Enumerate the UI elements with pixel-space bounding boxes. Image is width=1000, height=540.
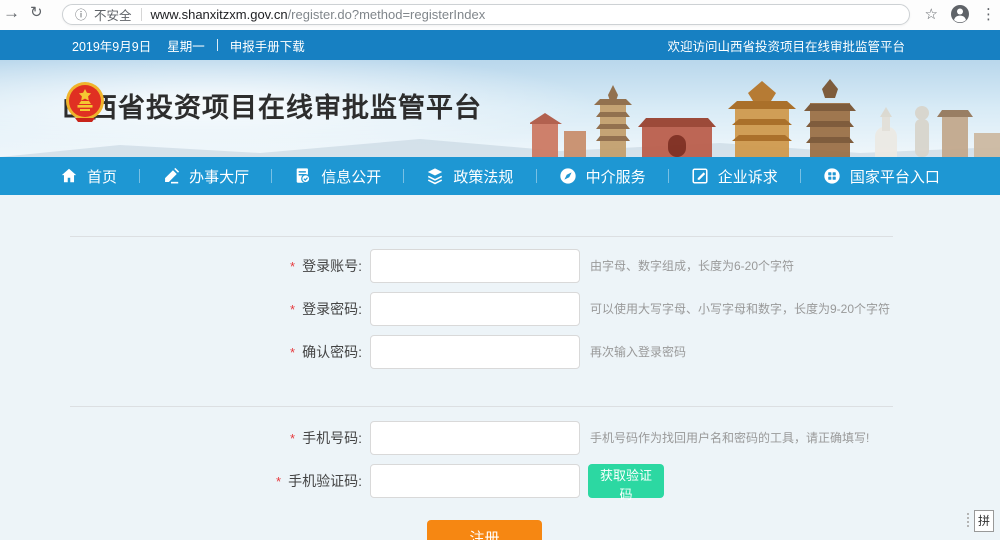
nav-divider bbox=[536, 169, 537, 183]
forward-icon[interactable]: → bbox=[3, 3, 20, 23]
form-row-account: *登录账号: 由字母、数字组成，长度为6-20个字符 bbox=[0, 249, 1000, 283]
password-label: *登录密码: bbox=[0, 292, 362, 327]
sms-code-label: *手机验证码: bbox=[0, 464, 362, 499]
section-divider bbox=[70, 406, 893, 407]
nav-item-policies[interactable]: 政策法规 bbox=[426, 166, 513, 187]
omnibox-divider bbox=[141, 8, 142, 21]
current-weekday: 星期一 bbox=[167, 36, 205, 55]
url-path: /register.do?method=registerIndex bbox=[288, 7, 486, 22]
layers-icon bbox=[426, 167, 444, 185]
url-host: www.shanxitzxm.gov.cn bbox=[151, 7, 288, 22]
topbar-divider bbox=[217, 39, 218, 51]
required-marker: * bbox=[290, 259, 295, 274]
nav-divider bbox=[800, 169, 801, 183]
browser-menu-icon[interactable]: ⋮ bbox=[981, 5, 996, 23]
reload-icon[interactable]: ↻ bbox=[30, 3, 43, 21]
confirm-password-label: *确认密码: bbox=[0, 335, 362, 370]
nav-item-information[interactable]: 信息公开 bbox=[294, 166, 381, 187]
phone-number-input[interactable] bbox=[370, 421, 580, 455]
form-row-phone: *手机号码: 手机号码作为找回用户名和密码的工具，请正确填写! bbox=[0, 421, 1000, 455]
manual-download-link[interactable]: 申报手册下载 bbox=[230, 36, 305, 55]
nav-divider bbox=[139, 169, 140, 183]
compass-icon bbox=[559, 167, 577, 185]
info-icon[interactable]: ⓘ bbox=[75, 6, 87, 23]
bookmark-star-icon[interactable]: ☆ bbox=[925, 5, 938, 23]
nav-label: 国家平台入口 bbox=[850, 166, 940, 187]
ime-grip bbox=[967, 513, 969, 529]
login-account-input[interactable] bbox=[370, 249, 580, 283]
confirm-password-input[interactable] bbox=[370, 335, 580, 369]
register-button[interactable]: 注册 bbox=[427, 520, 542, 540]
nav-label: 中介服务 bbox=[586, 166, 646, 187]
not-secure-label: 不安全 bbox=[94, 5, 132, 24]
registration-form: *登录账号: 由字母、数字组成，长度为6-20个字符 *登录密码: 可以使用大写… bbox=[0, 195, 1000, 540]
cityscape-illustration bbox=[530, 69, 1000, 157]
national-emblem-logo bbox=[62, 79, 108, 125]
required-marker: * bbox=[290, 431, 295, 446]
nav-label: 首页 bbox=[87, 166, 117, 187]
nav-label: 企业诉求 bbox=[718, 166, 778, 187]
grid-icon bbox=[823, 167, 841, 185]
get-code-button[interactable]: 获取验证码 bbox=[588, 464, 664, 498]
main-nav: 首页 办事大厅 信息公开 政策法规 中介服务 bbox=[0, 157, 1000, 195]
required-marker: * bbox=[290, 345, 295, 360]
phone-hint: 手机号码作为找回用户名和密码的工具，请正确填写! bbox=[590, 421, 869, 455]
home-icon bbox=[60, 167, 78, 185]
browser-window: → ↻ ⓘ 不安全 www.shanxitzxm.gov.cn/register… bbox=[0, 0, 1000, 540]
nav-divider bbox=[271, 169, 272, 183]
required-marker: * bbox=[290, 302, 295, 317]
form-row-sms-code: *手机验证码: 获取验证码 bbox=[0, 464, 1000, 498]
account-hint: 由字母、数字组成，长度为6-20个字符 bbox=[590, 249, 794, 283]
profile-icon[interactable] bbox=[950, 4, 970, 29]
current-date: 2019年9月9日 bbox=[72, 36, 151, 55]
login-password-input[interactable] bbox=[370, 292, 580, 326]
nav-divider bbox=[403, 169, 404, 183]
confirm-password-hint: 再次输入登录密码 bbox=[590, 335, 686, 369]
form-row-password: *登录密码: 可以使用大写字母、小写字母和数字，长度为9-20个字符 bbox=[0, 292, 1000, 326]
nav-item-intermediary[interactable]: 中介服务 bbox=[559, 166, 646, 187]
password-hint: 可以使用大写字母、小写字母和数字，长度为9-20个字符 bbox=[590, 292, 890, 326]
top-info-bar: 2019年9月9日 星期一 申报手册下载 欢迎访问山西省投资项目在线审批监管平台 bbox=[0, 30, 1000, 60]
required-marker: * bbox=[276, 474, 281, 489]
nav-item-enterprise-appeal[interactable]: 企业诉求 bbox=[691, 166, 778, 187]
pen-icon bbox=[162, 167, 180, 185]
sms-code-input[interactable] bbox=[370, 464, 580, 498]
nav-label: 政策法规 bbox=[453, 166, 513, 187]
ime-indicator[interactable]: 拼 bbox=[974, 510, 994, 532]
phone-label: *手机号码: bbox=[0, 421, 362, 456]
edit-square-icon bbox=[691, 167, 709, 185]
page-title: 山西省投资项目在线审批监管平台 bbox=[62, 86, 482, 125]
browser-toolbar: → ↻ ⓘ 不安全 www.shanxitzxm.gov.cn/register… bbox=[0, 0, 1000, 30]
nav-item-national-platform[interactable]: 国家平台入口 bbox=[823, 166, 940, 187]
address-bar[interactable]: ⓘ 不安全 www.shanxitzxm.gov.cn/register.do?… bbox=[62, 4, 910, 25]
site-banner: 山西省投资项目在线审批监管平台 bbox=[0, 60, 1000, 157]
welcome-text: 欢迎访问山西省投资项目在线审批监管平台 bbox=[667, 36, 905, 55]
nav-divider bbox=[668, 169, 669, 183]
form-row-confirm-password: *确认密码: 再次输入登录密码 bbox=[0, 335, 1000, 369]
account-label: *登录账号: bbox=[0, 249, 362, 284]
nav-item-home[interactable]: 首页 bbox=[60, 166, 117, 187]
site-brand: 山西省投资项目在线审批监管平台 bbox=[62, 86, 482, 125]
nav-label: 信息公开 bbox=[321, 166, 381, 187]
section-divider bbox=[70, 236, 893, 237]
nav-item-service-hall[interactable]: 办事大厅 bbox=[162, 166, 249, 187]
document-check-icon bbox=[294, 167, 312, 185]
nav-label: 办事大厅 bbox=[189, 166, 249, 187]
